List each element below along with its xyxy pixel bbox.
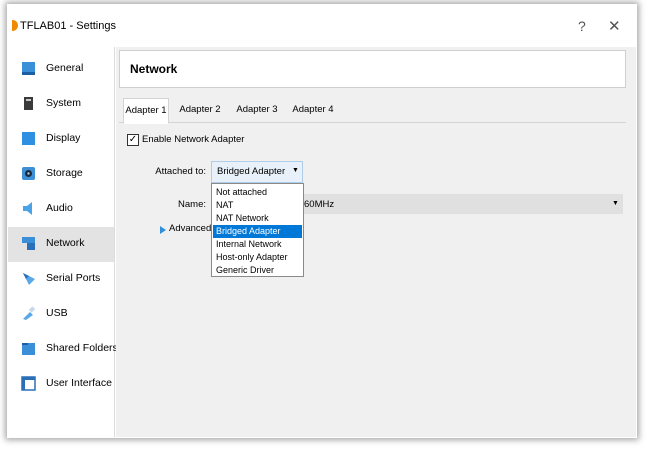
dropdown-option-generic-driver[interactable]: Generic Driver bbox=[213, 264, 302, 277]
tab-adapter-1[interactable]: Adapter 1 bbox=[123, 98, 169, 124]
page-title: Network bbox=[130, 62, 178, 76]
network-icon bbox=[22, 237, 35, 250]
name-select[interactable]: 60MHz ▼ bbox=[301, 194, 623, 214]
enable-adapter-checkbox[interactable]: ✓ bbox=[127, 134, 139, 146]
sidebar-item-label: Network bbox=[46, 237, 85, 249]
dropdown-option-bridged-adapter[interactable]: Bridged Adapter bbox=[213, 225, 302, 238]
sidebar-item-label: User Interface bbox=[46, 377, 112, 389]
sidebar-item-storage[interactable]: Storage bbox=[8, 157, 114, 192]
attached-to-value: Bridged Adapter bbox=[217, 166, 286, 177]
sidebar-item-usb[interactable]: USB bbox=[8, 297, 114, 332]
chevron-down-icon: ▼ bbox=[612, 200, 619, 207]
title-bar: TFLAB01 - Settings ? ✕ bbox=[8, 5, 636, 47]
dropdown-option-host-only-adapter[interactable]: Host-only Adapter bbox=[213, 251, 302, 264]
sidebar-item-label: General bbox=[46, 62, 84, 74]
tab-adapter-2[interactable]: Adapter 2 bbox=[174, 98, 226, 122]
attached-to-dropdown: Not attached NAT NAT Network Bridged Ada… bbox=[211, 183, 304, 277]
system-icon bbox=[24, 97, 33, 110]
virtualbox-icon bbox=[12, 20, 18, 31]
sidebar-item-label: System bbox=[46, 97, 82, 109]
storage-icon bbox=[22, 167, 35, 180]
enable-adapter-label: Enable Network Adapter bbox=[142, 134, 245, 145]
tab-adapter-3[interactable]: Adapter 3 bbox=[231, 98, 283, 122]
name-label: Name: bbox=[178, 199, 206, 210]
sidebar-item-display[interactable]: Display bbox=[8, 122, 114, 157]
name-value: 60MHz bbox=[304, 199, 335, 210]
sidebar-item-label: Display bbox=[46, 132, 81, 144]
close-button[interactable]: ✕ bbox=[608, 17, 621, 35]
sidebar-item-audio[interactable]: Audio bbox=[8, 192, 114, 227]
adapter-tabs: Adapter 1 Adapter 2 Adapter 3 Adapter 4 bbox=[119, 98, 626, 124]
expand-arrow-icon[interactable] bbox=[160, 226, 166, 234]
sidebar-item-network[interactable]: Network bbox=[8, 227, 114, 262]
sidebar-item-label: Serial Ports bbox=[46, 272, 101, 284]
sidebar-item-label: USB bbox=[46, 307, 68, 319]
dropdown-option-not-attached[interactable]: Not attached bbox=[213, 186, 302, 199]
sidebar-item-shared-folders[interactable]: Shared Folders bbox=[8, 332, 118, 367]
display-icon bbox=[22, 132, 35, 145]
tab-adapter-4[interactable]: Adapter 4 bbox=[287, 98, 339, 122]
help-button[interactable]: ? bbox=[578, 18, 586, 34]
page-header: Network bbox=[119, 50, 626, 88]
attached-to-select[interactable]: Bridged Adapter ▼ bbox=[211, 161, 303, 183]
window-title: TFLAB01 - Settings bbox=[20, 20, 116, 32]
general-icon bbox=[22, 62, 35, 75]
serial-ports-icon bbox=[23, 273, 35, 285]
sidebar: General System Display Storage Audio Net… bbox=[8, 47, 118, 437]
sidebar-item-user-interface[interactable]: User Interface bbox=[8, 367, 114, 402]
audio-icon bbox=[23, 202, 32, 215]
sidebar-item-label: Shared Folders bbox=[46, 342, 118, 354]
chevron-down-icon: ▼ bbox=[292, 167, 299, 174]
usb-icon bbox=[23, 306, 36, 320]
sidebar-item-serial-ports[interactable]: Serial Ports bbox=[8, 262, 114, 297]
dropdown-option-nat-network[interactable]: NAT Network bbox=[213, 212, 302, 225]
dropdown-option-nat[interactable]: NAT bbox=[213, 199, 302, 212]
sidebar-item-system[interactable]: System bbox=[8, 87, 114, 122]
user-interface-icon bbox=[21, 376, 36, 391]
advanced-toggle[interactable]: Advanced bbox=[169, 223, 211, 234]
main-panel: Network Adapter 1 Adapter 2 Adapter 3 Ad… bbox=[116, 47, 636, 437]
sidebar-item-label: Storage bbox=[46, 167, 83, 179]
sidebar-item-label: Audio bbox=[46, 202, 73, 214]
dropdown-option-internal-network[interactable]: Internal Network bbox=[213, 238, 302, 251]
attached-to-label: Attached to: bbox=[155, 166, 206, 177]
shared-folders-icon bbox=[22, 343, 35, 355]
settings-window: TFLAB01 - Settings ? ✕ General System Di… bbox=[8, 5, 636, 437]
sidebar-item-general[interactable]: General bbox=[8, 52, 114, 87]
